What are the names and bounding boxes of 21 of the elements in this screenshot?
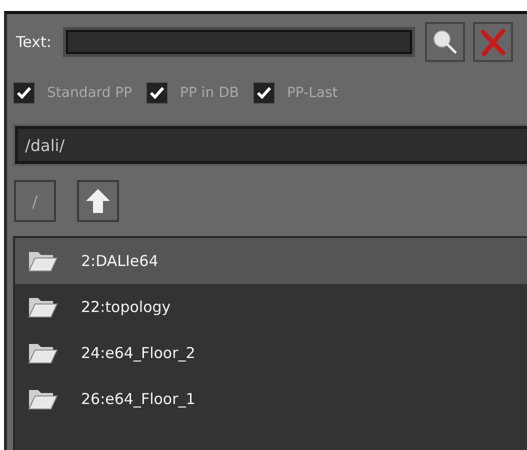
checkbox[interactable]: [252, 82, 275, 104]
folder-item[interactable]: 26:e64_Floor_1: [15, 376, 527, 422]
text-label: Text:: [16, 33, 52, 51]
close-icon: [480, 28, 506, 56]
checkbox[interactable]: [146, 82, 168, 104]
checkbox-label: PP-Last: [286, 85, 338, 101]
path-field[interactable]: /dali/: [15, 126, 527, 164]
folder-item[interactable]: 22:topology: [15, 284, 527, 330]
checkbox[interactable]: [13, 82, 35, 104]
folder-item[interactable]: 2:DALIe64: [15, 238, 527, 284]
checkmark-icon: [256, 86, 272, 100]
up-button[interactable]: [77, 180, 119, 222]
search-button[interactable]: [425, 22, 466, 62]
search-icon: [431, 28, 460, 56]
up-arrow-icon: [85, 188, 111, 214]
folder-item[interactable]: 24:e64_Floor_2: [15, 330, 527, 376]
text-field[interactable]: [63, 27, 416, 57]
checkmark-icon: [16, 86, 32, 100]
checkmark-icon: [149, 86, 166, 100]
checkbox-label: Standard PP: [47, 85, 132, 101]
checkbox-label: PP in DB: [180, 85, 239, 101]
